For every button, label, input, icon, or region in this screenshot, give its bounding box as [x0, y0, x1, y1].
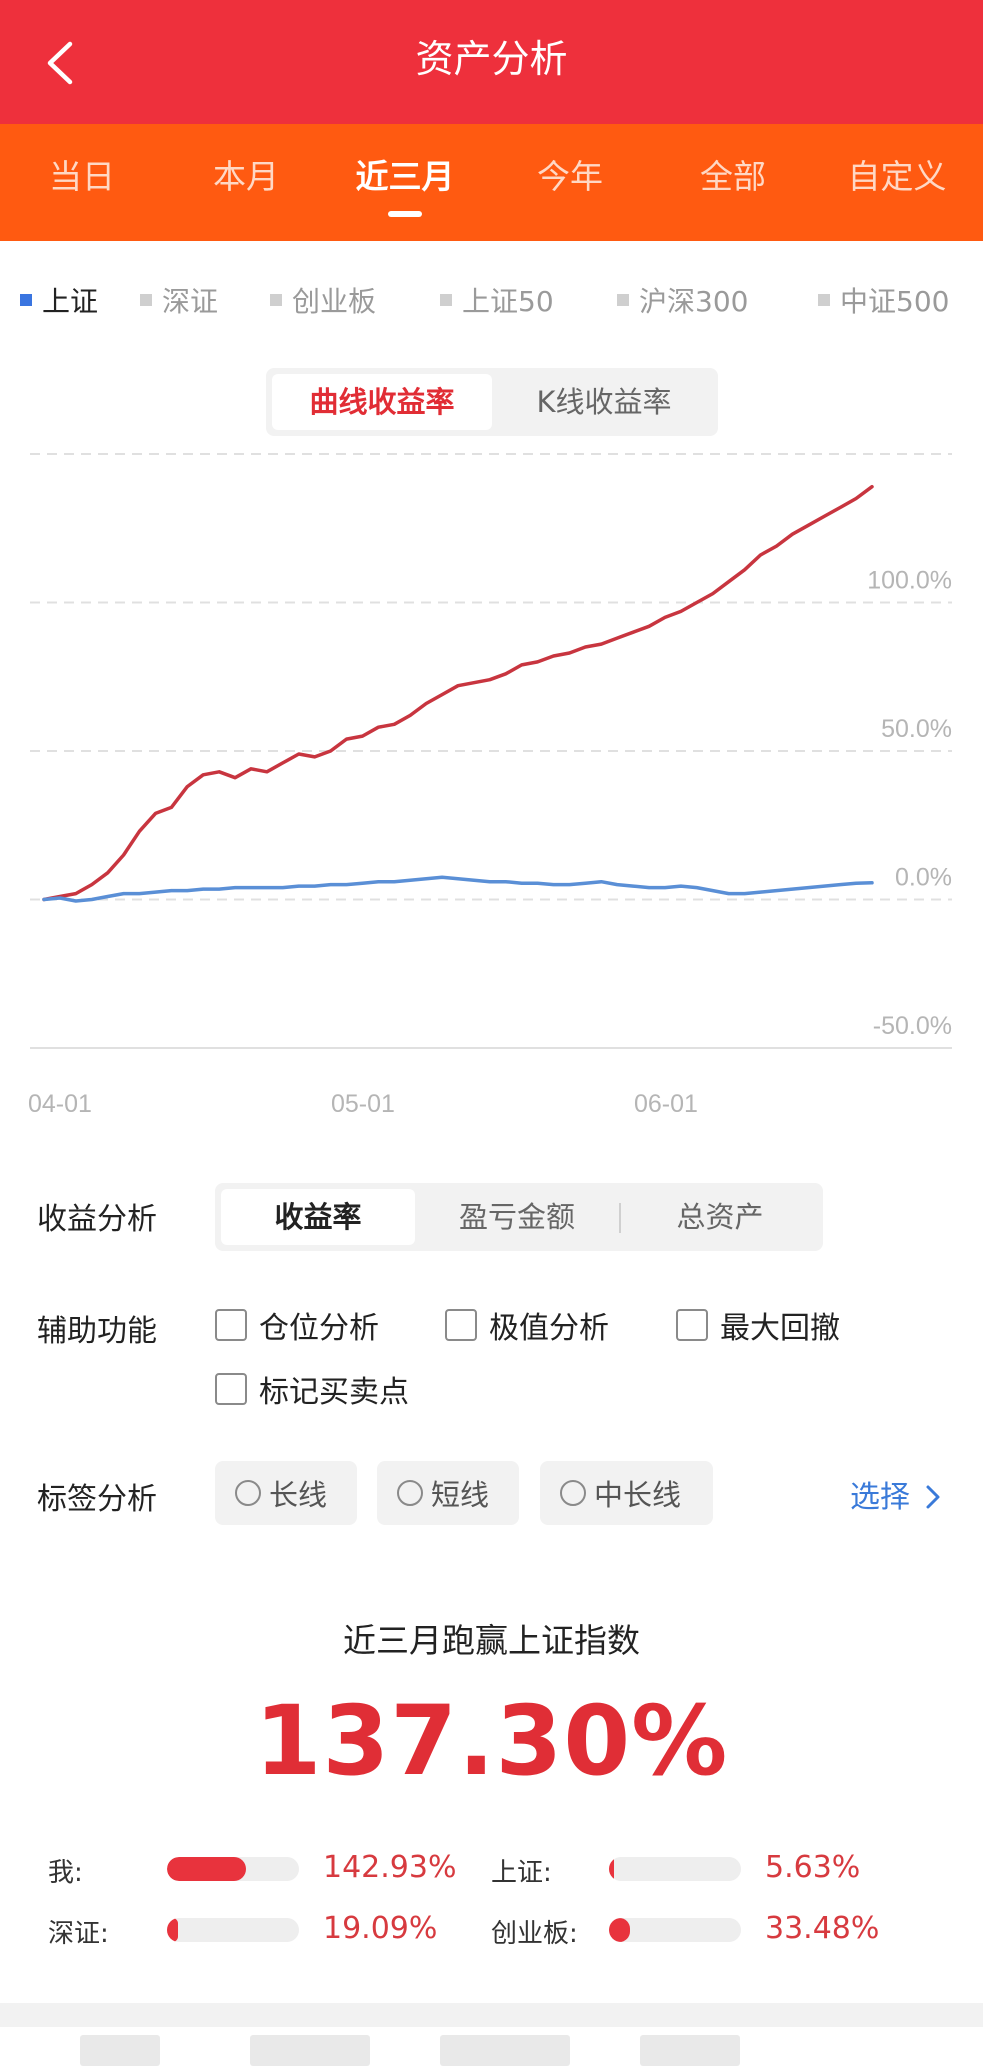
analysis-segmented-control: 收益率 盈亏金额 总资产 — [215, 1183, 823, 1251]
legend-square-icon — [20, 294, 32, 306]
compare-bar-fill — [167, 1857, 247, 1881]
tab-last-three-months[interactable]: 近三月 — [323, 124, 487, 241]
position-analysis-checkbox[interactable]: 仓位分析 — [215, 1303, 379, 1347]
checkbox-box — [215, 1309, 247, 1341]
section-divider — [0, 2003, 983, 2027]
compare-bar-shanghai — [609, 1857, 741, 1881]
tab-custom[interactable]: 自定义 — [815, 124, 979, 241]
checkbox-box — [445, 1309, 477, 1341]
legend-item-csi300[interactable]: 沪深300 — [617, 280, 748, 320]
compare-value-shanghai: 5.63% — [765, 1850, 861, 1885]
y-tick-label: 50.0% — [881, 715, 952, 743]
compare-bar-me — [167, 1857, 299, 1881]
page-title: 资产分析 — [415, 37, 568, 81]
beat-index-title: 近三月跑赢上证指数 — [343, 1621, 640, 1660]
peek-fragment — [80, 2035, 160, 2066]
y-tick-label: -50.0% — [873, 1012, 952, 1040]
series-line-shanghai — [42, 875, 874, 903]
peek-fragment — [250, 2035, 370, 2066]
legend-item-shanghai[interactable]: 上证 — [20, 280, 98, 320]
compare-bar-fill — [609, 1857, 614, 1881]
tag-long-term[interactable]: 长线 — [215, 1461, 357, 1525]
compare-label-me: 我: — [48, 1858, 83, 1888]
legend-square-icon — [270, 294, 282, 306]
tab-all[interactable]: 全部 — [651, 124, 815, 241]
tags-label: 标签分析 — [37, 1482, 157, 1517]
y-tick-label: 0.0% — [895, 864, 952, 892]
legend-item-shenzhen[interactable]: 深证 — [140, 280, 218, 320]
radio-circle-icon — [560, 1480, 586, 1506]
analysis-label: 收益分析 — [37, 1202, 157, 1237]
x-tick-label: 04-01 — [28, 1090, 92, 1118]
return-chart[interactable]: 150.0% 100.0% 50.0% 0.0% -50.0% 04-01 05-01 06-… — [0, 440, 983, 1120]
extreme-analysis-checkbox[interactable]: 极值分析 — [445, 1303, 609, 1347]
compare-value-me: 142.93% — [323, 1850, 457, 1885]
mark-trade-points-checkbox[interactable]: 标记买卖点 — [215, 1367, 409, 1411]
legend-square-icon — [140, 294, 152, 306]
max-drawdown-checkbox[interactable]: 最大回撤 — [676, 1303, 840, 1347]
chevron-right-icon — [926, 1485, 940, 1509]
tag-short-term[interactable]: 短线 — [377, 1461, 519, 1525]
beat-index-value: 137.30% — [254, 1685, 729, 1797]
legend-square-icon — [440, 294, 452, 306]
legend-square-icon — [818, 294, 830, 306]
kline-return-button[interactable]: K线收益率 — [496, 374, 712, 430]
next-section-peek — [0, 2027, 983, 2066]
x-tick-label: 05-01 — [331, 1090, 395, 1118]
compare-bar-fill — [167, 1918, 178, 1942]
tab-this-year[interactable]: 今年 — [488, 124, 652, 241]
legend-item-chinext[interactable]: 创业板 — [270, 280, 376, 320]
radio-circle-icon — [397, 1480, 423, 1506]
compare-value-chinext: 33.48% — [765, 1911, 880, 1946]
index-legend: 上证 深证 创业板 上证50 沪深300 中证500 — [0, 280, 983, 320]
analysis-option-pnl-amount[interactable]: 盈亏金额 — [421, 1189, 613, 1245]
chart-mode-switch: 曲线收益率 K线收益率 — [266, 368, 718, 436]
tab-today[interactable]: 当日 — [0, 124, 164, 241]
aux-label: 辅助功能 — [37, 1314, 157, 1349]
app-header: 资产分析 — [0, 0, 983, 124]
x-tick-label: 06-01 — [634, 1090, 698, 1118]
compare-bar-fill — [609, 1918, 631, 1942]
curve-return-button[interactable]: 曲线收益率 — [272, 374, 492, 430]
analysis-option-return-rate[interactable]: 收益率 — [221, 1189, 415, 1245]
legend-item-csi500[interactable]: 中证500 — [818, 280, 949, 320]
compare-value-shenzhen: 19.09% — [323, 1911, 438, 1946]
checkbox-box — [676, 1309, 708, 1341]
series-line-mine — [42, 484, 874, 902]
segment-divider — [619, 1203, 621, 1233]
period-tabs: 当日 本月 近三月 今年 全部 自定义 — [0, 124, 983, 241]
peek-fragment — [440, 2035, 570, 2066]
compare-bar-chinext — [609, 1918, 741, 1942]
peek-fragment — [640, 2035, 740, 2066]
compare-label-chinext: 创业板: — [491, 1919, 578, 1949]
compare-label-shenzhen: 深证: — [48, 1919, 109, 1949]
compare-label-shanghai: 上证: — [491, 1858, 552, 1888]
tab-this-month[interactable]: 本月 — [164, 124, 328, 241]
compare-bar-shenzhen — [167, 1918, 299, 1942]
checkbox-box — [215, 1373, 247, 1405]
legend-item-sse50[interactable]: 上证50 — [440, 280, 554, 320]
select-tags-link[interactable]: 选择 — [850, 1472, 942, 1516]
radio-circle-icon — [235, 1480, 261, 1506]
tag-mid-long-term[interactable]: 中长线 — [540, 1461, 713, 1525]
analysis-option-total-assets[interactable]: 总资产 — [623, 1189, 817, 1245]
legend-square-icon — [617, 294, 629, 306]
y-tick-label: 150.0% — [867, 440, 952, 446]
y-tick-label: 100.0% — [867, 567, 952, 595]
